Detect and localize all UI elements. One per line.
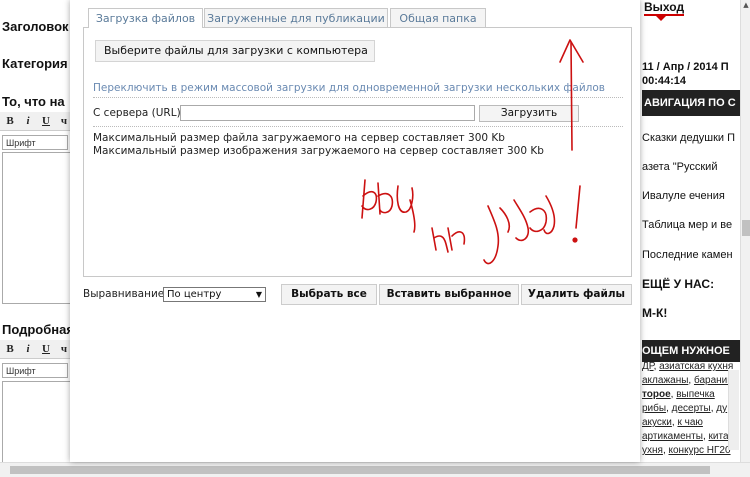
navigation-header: АВИГАЦИЯ ПО С [642,90,744,116]
category-field-label: Категория [2,56,68,71]
exit-pointer-icon [656,16,666,21]
delete-files-button[interactable]: Удалить файлы [521,284,632,305]
underline-button[interactable]: U [39,114,53,128]
detailed-text-area[interactable] [2,381,72,463]
tag-link[interactable]: десерты [672,403,711,414]
title-field-label: Заголовок [2,19,69,34]
bold-button[interactable]: B [3,114,17,128]
align-label: Выравнивание: [83,288,168,300]
dialog-actions: Выравнивание: По центру ▼ Выбрать все Вс… [83,284,632,306]
strike-button[interactable]: ч [57,342,71,356]
tab-upload-files[interactable]: Загрузка файлов [88,8,203,28]
url-label: С сервера (URL): [93,107,185,119]
nav-item[interactable]: Сказки дедушки П [642,132,735,144]
vertical-scroll-thumb[interactable] [742,220,750,236]
strike-button[interactable]: ч [57,114,71,128]
tag-link[interactable]: торое [642,389,671,400]
nav-item[interactable]: Ивалуле ечения [642,190,725,202]
tab-uploaded-for-publication[interactable]: Загруженные для публикации [204,8,388,27]
tag-link[interactable]: кита [709,431,729,442]
tag-link[interactable]: выпечка [676,389,715,400]
nav-item[interactable]: азета "Русский [642,161,717,173]
font-select[interactable]: Шрифт [2,135,68,150]
align-select-value: По центру [167,289,222,300]
bold-button[interactable]: B [3,342,17,356]
divider [93,126,623,127]
tag-link[interactable]: аклажаны [642,375,688,386]
short-text-label: То, что на [2,94,65,109]
url-input[interactable] [180,105,475,121]
vertical-scrollbar[interactable]: ▲ [740,0,750,462]
italic-button[interactable]: i [21,342,35,356]
upload-button[interactable]: Загрузить [479,105,579,122]
tag-link[interactable]: артикаменты [642,431,703,442]
mk-link[interactable]: М-К! [642,306,667,320]
horizontal-scroll-thumb[interactable] [10,466,710,474]
nav-item[interactable]: Таблица мер и ве [642,219,732,231]
chevron-down-icon: ▼ [255,290,262,299]
align-select[interactable]: По центру ▼ [163,287,266,302]
divider [93,97,623,98]
tag-link[interactable]: ду [716,403,727,414]
tag-link[interactable]: акуски [642,417,672,428]
more-header: ЕЩЁ У НАС: [642,277,715,291]
detailed-text-label: Подробная [2,322,72,337]
sidebar-scrollbar[interactable] [728,370,739,450]
short-text-area[interactable] [2,152,72,304]
tag-link[interactable]: азиатская кухня [659,361,733,372]
underline-button[interactable]: U [39,342,53,356]
tag-link[interactable]: ДР [642,361,654,372]
font-select-2[interactable]: Шрифт [2,363,68,378]
tag-link[interactable]: баранин [694,375,733,386]
bulk-upload-link[interactable]: Переключить в режим массовой загрузки дл… [93,82,605,94]
background-editor-panel: Заголовок Категория То, что на BiUч Шриф… [0,0,72,476]
tag-link[interactable]: ухня [642,445,663,456]
tag-link[interactable]: конкурс НГ20 [669,445,731,456]
insert-selected-button[interactable]: Вставить выбранное [379,284,519,305]
time-text: 00:44:14 [642,75,687,87]
scroll-up-icon[interactable]: ▲ [742,1,750,9]
file-upload-dialog: Загрузка файлов Загруженные для публикац… [70,0,640,462]
max-image-size-text: Максимальный размер изображения загружае… [93,145,544,157]
tab-shared-folder[interactable]: Общая папка [390,8,486,27]
tag-link[interactable]: рибы [642,403,666,414]
exit-link[interactable]: Выход [644,0,684,14]
max-file-size-text: Максимальный размер файла загружаемого н… [93,132,505,144]
nav-item[interactable]: Последние камен [642,249,733,261]
upload-panel: Выберите файлы для загрузки с компьютера… [83,27,632,277]
tag-cloud: ДР, азиатская кухня аклажаны, баранин то… [642,361,734,456]
editor-toolbar-2: BiUч [0,340,72,359]
tags-header: ОЩЕМ НУЖНОЕ [642,340,742,362]
tag-link[interactable]: к чаю [677,417,702,428]
horizontal-scrollbar[interactable] [0,462,750,477]
italic-button[interactable]: i [21,114,35,128]
select-all-button[interactable]: Выбрать все [281,284,377,305]
pick-files-button[interactable]: Выберите файлы для загрузки с компьютера [95,40,375,62]
editor-toolbar: BiUч [0,112,72,131]
date-display: 11 / Апр / 2014 П 00:44:14 [642,60,729,88]
date-text: 11 / Апр / 2014 П [642,61,729,73]
